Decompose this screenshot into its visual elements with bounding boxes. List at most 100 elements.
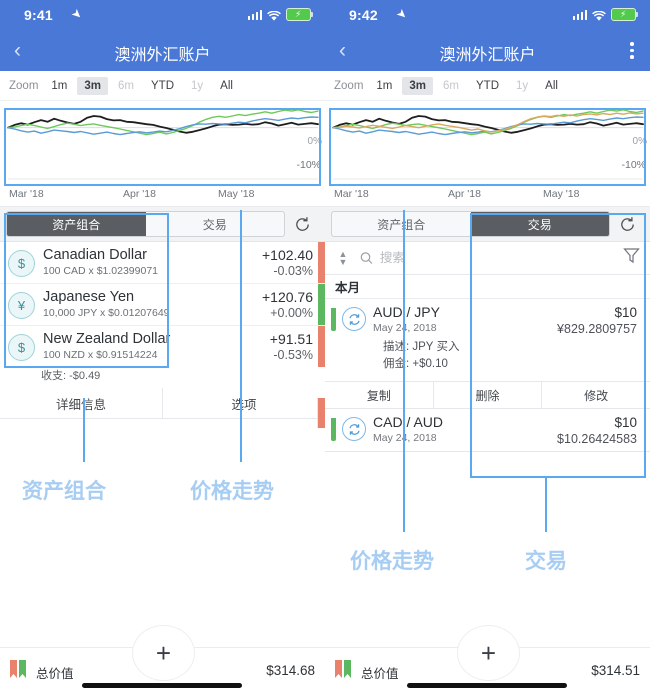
currency-icon-cad: $ bbox=[8, 250, 35, 277]
transaction-date: May 24, 2018 bbox=[373, 432, 437, 444]
refresh-icon[interactable] bbox=[285, 216, 319, 233]
nav-bar: ‹ 澳洲外汇账户 bbox=[0, 31, 325, 71]
transaction-pair: AUD / JPY bbox=[373, 304, 440, 320]
home-indicator bbox=[82, 683, 242, 688]
filter-icon[interactable] bbox=[623, 247, 640, 269]
transaction-actions: 复制 删除 修改 bbox=[325, 381, 650, 409]
search-input[interactable] bbox=[377, 250, 623, 266]
zoom-option-all[interactable]: All bbox=[213, 77, 240, 95]
exchange-icon bbox=[342, 307, 366, 331]
transaction-commission: 佣金: +$0.10 bbox=[325, 356, 650, 381]
zoom-option-1m[interactable]: 1m bbox=[44, 77, 74, 95]
price-chart-right[interactable]: 0% -10% bbox=[325, 101, 650, 186]
portfolio-list: $ Canadian Dollar 100 CAD x $1.02399071 … bbox=[0, 242, 325, 388]
wifi-icon bbox=[267, 9, 281, 21]
wifi-icon bbox=[592, 9, 606, 21]
zoom-option-all[interactable]: All bbox=[538, 77, 565, 95]
row-color-bar bbox=[318, 284, 325, 325]
currency-icon-nzd: $ bbox=[8, 334, 35, 361]
copy-button[interactable]: 复制 bbox=[325, 382, 433, 408]
add-button[interactable]: + bbox=[132, 625, 195, 681]
zoom-option-3m[interactable]: 3m bbox=[77, 76, 109, 95]
currency-value: +102.40 bbox=[262, 247, 313, 263]
refresh-icon[interactable] bbox=[610, 216, 644, 233]
chart-neg-label: -10% bbox=[296, 159, 321, 171]
total-value-label: 总价值 bbox=[361, 667, 399, 681]
currency-name: Japanese Yen bbox=[43, 289, 135, 305]
currency-icon-jpy: ¥ bbox=[8, 292, 35, 319]
chart-svg bbox=[332, 109, 644, 180]
status-time: 9:41 bbox=[24, 7, 53, 23]
zoom-option-ytd[interactable]: YTD bbox=[144, 77, 181, 95]
phone-screen-left: 9:41 ➤ ⚡ ‹ 澳洲外汇账户 Zoom 1m 3m 6m YTD 1y A… bbox=[0, 0, 325, 693]
annotation-label-price-trend: 价格走势 bbox=[349, 549, 436, 575]
x-tick-mar: Mar '18 bbox=[9, 188, 44, 200]
zoom-option-1m[interactable]: 1m bbox=[369, 77, 399, 95]
phone-screen-right: 9:42 ➤ ⚡ ‹ 澳洲外汇账户 Zoom 1m 3m 6m YTD 1y A… bbox=[325, 0, 650, 693]
status-bar: 9:42 ➤ ⚡ bbox=[325, 0, 650, 31]
tab-portfolio[interactable]: 资产组合 bbox=[332, 212, 471, 236]
total-value-label: 总价值 bbox=[36, 667, 74, 681]
list-item[interactable]: CAD / AUD May 24, 2018 $10 $10.26424583 bbox=[325, 409, 650, 452]
sort-icon[interactable]: ▲ ▼ bbox=[335, 250, 351, 267]
currency-change: -0.53% bbox=[273, 348, 313, 362]
details-button[interactable]: 详细信息 bbox=[0, 388, 162, 418]
currency-name: New Zealand Dollar bbox=[43, 331, 171, 347]
row-color-bar bbox=[318, 242, 325, 283]
zoom-option-6m[interactable]: 6m bbox=[111, 77, 141, 95]
table-row[interactable]: ¥ Japanese Yen 10,000 JPY x $0.01207649 … bbox=[0, 284, 325, 326]
candlestick-icon bbox=[335, 660, 351, 678]
battery-charging-icon: ⚡ bbox=[611, 8, 638, 21]
currency-holding: 100 NZD x $0.91514224 bbox=[43, 349, 158, 361]
tab-portfolio[interactable]: 资产组合 bbox=[7, 212, 146, 236]
candlestick-icon bbox=[10, 660, 26, 678]
zoom-option-1y[interactable]: 1y bbox=[184, 77, 210, 95]
segmented-control-left: 资产组合 交易 bbox=[0, 207, 325, 242]
exchange-icon bbox=[342, 417, 366, 441]
currency-change: +0.00% bbox=[270, 306, 313, 320]
transaction-amount: $10 bbox=[614, 415, 637, 430]
chart-svg bbox=[7, 109, 319, 180]
add-button[interactable]: + bbox=[457, 625, 520, 681]
chart-zero-label: 0% bbox=[632, 136, 647, 147]
bottom-bar-right: 总价值 $314.51 + bbox=[325, 625, 650, 693]
x-tick-apr: Apr '18 bbox=[448, 188, 481, 200]
signal-bars-icon bbox=[247, 9, 262, 20]
search-icon bbox=[360, 252, 373, 264]
page-title: 澳洲外汇账户 bbox=[114, 47, 211, 64]
options-button[interactable]: 选项 bbox=[162, 388, 325, 418]
search-field-wrap[interactable] bbox=[351, 250, 623, 266]
tab-transactions[interactable]: 交易 bbox=[146, 212, 285, 236]
status-icons: ⚡ bbox=[247, 8, 313, 21]
transaction-date: May 24, 2018 bbox=[373, 322, 437, 334]
currency-value: +120.76 bbox=[262, 289, 313, 305]
overflow-menu-icon[interactable] bbox=[630, 42, 634, 60]
currency-holding: 10,000 JPY x $0.01207649 bbox=[43, 307, 170, 319]
x-tick-may: May '18 bbox=[218, 188, 255, 200]
table-row[interactable]: $ Canadian Dollar 100 CAD x $1.02399071 … bbox=[0, 242, 325, 284]
search-bar: ▲ ▼ bbox=[325, 242, 650, 275]
x-tick-mar: Mar '18 bbox=[334, 188, 369, 200]
zoom-label: Zoom bbox=[9, 79, 39, 92]
x-tick-apr: Apr '18 bbox=[123, 188, 156, 200]
table-row[interactable]: $ New Zealand Dollar 100 NZD x $0.915142… bbox=[0, 326, 325, 367]
currency-change: -0.03% bbox=[273, 264, 313, 278]
chart-x-axis-right: Mar '18 Apr '18 May '18 bbox=[325, 186, 650, 207]
zoom-option-6m[interactable]: 6m bbox=[436, 77, 466, 95]
battery-charging-icon: ⚡ bbox=[286, 8, 313, 21]
transaction-description: 描述: JPY 买入 bbox=[325, 339, 650, 356]
zoom-range-selector: Zoom 1m 3m 6m YTD 1y All bbox=[325, 71, 650, 101]
delete-button[interactable]: 删除 bbox=[432, 382, 542, 408]
zoom-option-3m[interactable]: 3m bbox=[402, 76, 434, 95]
tab-transactions[interactable]: 交易 bbox=[470, 212, 609, 236]
portfolio-actions: 详细信息 选项 bbox=[0, 388, 325, 428]
total-value-amount: $314.51 bbox=[591, 663, 640, 678]
chart-x-axis-left: Mar '18 Apr '18 May '18 bbox=[0, 186, 325, 207]
list-item[interactable]: AUD / JPY May 24, 2018 $10 ¥829.2809757 bbox=[325, 299, 650, 339]
month-header: 本月 bbox=[325, 275, 650, 299]
zoom-option-ytd[interactable]: YTD bbox=[469, 77, 506, 95]
edit-button[interactable]: 修改 bbox=[541, 382, 650, 408]
zoom-option-1y[interactable]: 1y bbox=[509, 77, 535, 95]
chart-zero-label: 0% bbox=[307, 136, 322, 147]
price-chart-left[interactable]: 0% -10% bbox=[0, 101, 325, 186]
